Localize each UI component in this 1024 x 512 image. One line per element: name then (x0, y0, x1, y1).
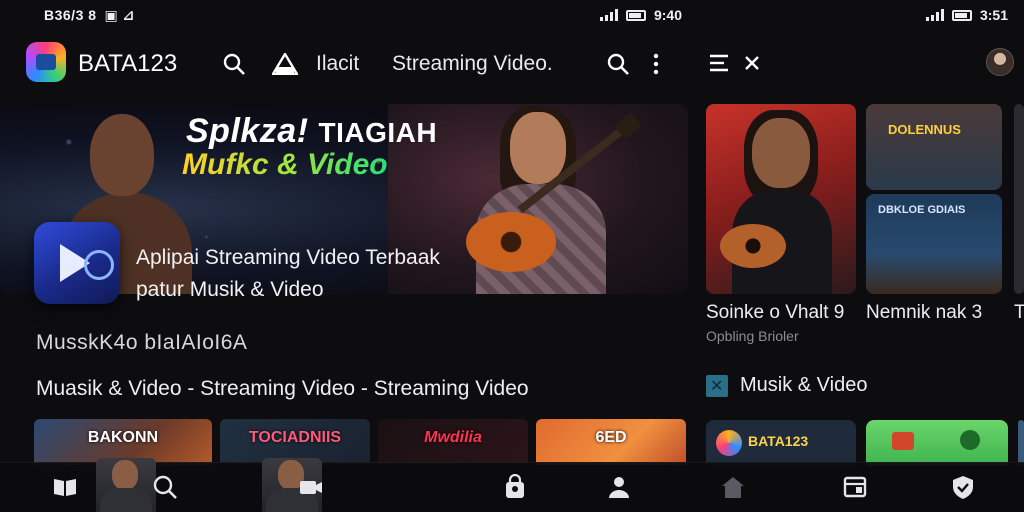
person-icon[interactable] (604, 472, 634, 502)
right-panel-bar (700, 36, 1024, 92)
close-square-icon (706, 374, 728, 397)
close-icon[interactable] (744, 55, 760, 76)
card-partial[interactable] (1018, 420, 1024, 466)
video-thumbnail[interactable]: DOLENNUS (866, 104, 1002, 190)
app-logo-icon (716, 430, 742, 456)
video-subtitle: Opbling Brioler (706, 328, 799, 344)
search-icon[interactable] (606, 52, 630, 81)
bag-icon[interactable] (500, 472, 530, 502)
avatar[interactable] (986, 48, 1014, 76)
book-icon[interactable] (50, 472, 80, 502)
triangle-logo-icon[interactable] (270, 51, 300, 80)
nav-thumbnail[interactable] (96, 458, 156, 512)
app-card[interactable]: BATA123 (706, 420, 856, 466)
app-bar: BATA123 Ilacit Streaming Video. (0, 36, 690, 92)
more-vertical-icon[interactable] (650, 52, 662, 81)
video-thumbnail-partial[interactable] (1014, 104, 1024, 294)
hero-subtitle: Aplipai Streaming Video Terbaak patur Mu… (136, 246, 440, 301)
camera-icon[interactable] (296, 472, 326, 502)
notification-icon: ▣ ⊿ (104, 6, 135, 23)
shield-icon[interactable] (948, 472, 978, 502)
search-icon[interactable] (150, 472, 180, 502)
menu-item-2[interactable]: Streaming Video. (392, 52, 553, 76)
section-heading: MusskK4o bIaIAIoI6A (36, 331, 248, 354)
video-thumbnail[interactable]: DBKLOE GDIAIS (866, 194, 1002, 294)
video-title[interactable]: Nemnik nak 3 (866, 302, 982, 324)
status-bar-left: B36/3 8 ▣ ⊿ (44, 0, 135, 30)
menu-icon[interactable] (710, 54, 730, 77)
status-time: 9:40 (653, 7, 682, 23)
featured-guitarist-thumbnail[interactable] (706, 104, 856, 294)
menu-item-1[interactable]: Ilacit (316, 52, 359, 76)
video-thumbnail[interactable]: Mwdilia (378, 419, 528, 465)
library-icon[interactable] (840, 472, 870, 502)
status-bar-main: 9:40 (562, 0, 682, 30)
guitar-body (466, 212, 556, 272)
game-card[interactable] (866, 420, 1008, 466)
play-video-icon[interactable] (34, 222, 120, 304)
battery-icon (625, 9, 646, 21)
video-title[interactable]: Soinke o Vhalt 9 (706, 302, 844, 324)
signal-icon (925, 9, 944, 21)
search-icon[interactable] (222, 52, 246, 81)
video-title[interactable]: T (1014, 302, 1024, 324)
status-bar-right: 3:51 (925, 0, 1008, 30)
home-icon[interactable] (718, 472, 748, 502)
signal-icon (599, 9, 618, 21)
video-thumbnail[interactable]: 6ED (536, 419, 686, 465)
section-subheading[interactable]: Muasik & Video - Streaming Video - Strea… (36, 377, 529, 401)
status-text: B36/3 8 (44, 7, 97, 23)
hero-title-accent: Mufkc & Video (182, 148, 388, 181)
brand-name: BATA123 (78, 50, 178, 77)
battery-icon (951, 9, 972, 21)
app-logo-icon[interactable] (26, 42, 66, 82)
hero-title: Splkza! TIAGIAH (186, 112, 438, 150)
status-time-right: 3:51 (979, 7, 1008, 23)
right-section-heading[interactable]: Musik & Video (706, 374, 867, 397)
